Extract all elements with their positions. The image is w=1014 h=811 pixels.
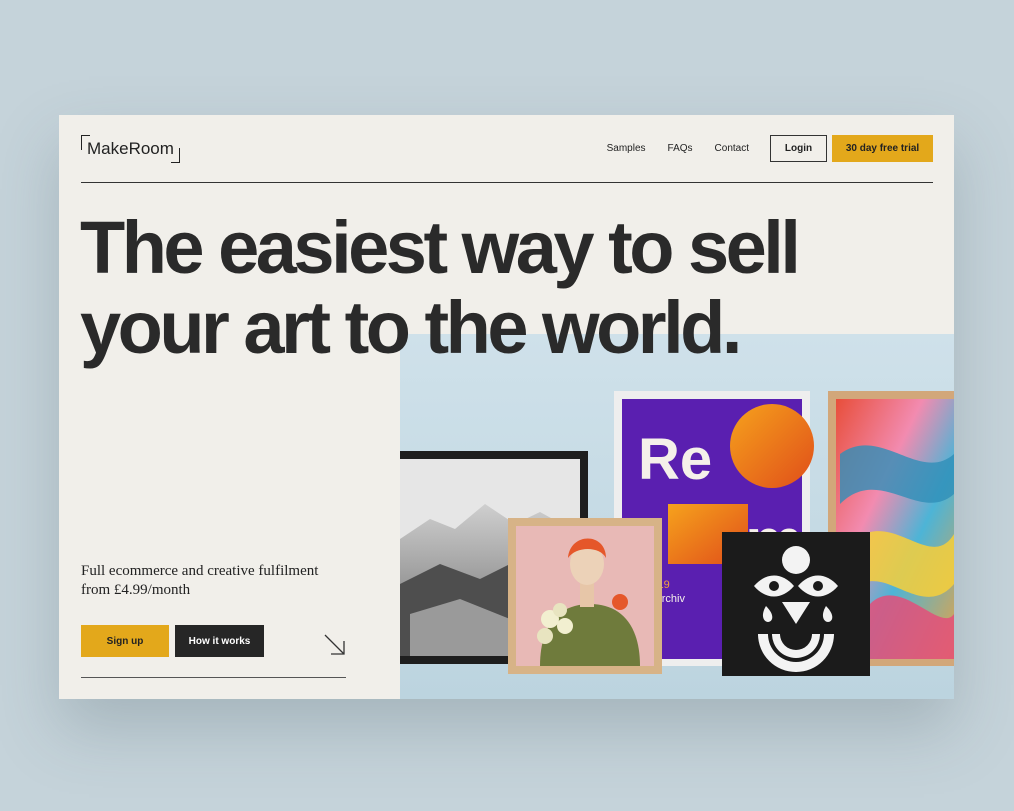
hero-heading-line-2: your art to the world.	[80, 286, 742, 369]
top-nav: Samples FAQs Contact Login 30 day free t…	[607, 135, 933, 162]
framed-art-scene: Re m 19—2019 uhaus Archiv rlin	[400, 334, 954, 699]
sign-up-button[interactable]: Sign up	[81, 625, 169, 657]
logo-text: MakeRoom	[87, 139, 174, 158]
how-it-works-button[interactable]: How it works	[175, 625, 264, 657]
hero-subtitle-line-2: from £4.99/month	[81, 582, 191, 598]
hero-heading: The easiest way to sell your art to the …	[80, 206, 801, 369]
hero-heading-line-1: The easiest way to sell	[80, 206, 801, 289]
nav-link-samples[interactable]: Samples	[607, 143, 646, 154]
nav-link-faqs[interactable]: FAQs	[668, 143, 693, 154]
arrow-down-right-icon[interactable]	[322, 632, 348, 658]
logo-bracket-left	[81, 135, 90, 150]
logo-bracket-right	[170, 148, 180, 163]
portrait-illustration-frame	[508, 518, 662, 674]
login-button[interactable]: Login	[770, 135, 827, 162]
poster-re-text: Re	[638, 427, 712, 492]
hero-bottom-divider	[81, 677, 346, 678]
hero-subtitle-line-1: Full ecommerce and creative fulfilment	[81, 563, 319, 579]
hero-cta-row: Sign up How it works	[81, 625, 264, 657]
header-divider	[81, 182, 933, 183]
nav-link-contact[interactable]: Contact	[715, 143, 749, 154]
landing-page: MakeRoom Samples FAQs Contact Login 30 d…	[59, 115, 954, 699]
free-trial-button[interactable]: 30 day free trial	[832, 135, 933, 162]
hero-subtitle: Full ecommerce and creative fulfilment f…	[81, 562, 381, 600]
geometric-face-frame	[722, 532, 870, 676]
makeroom-logo[interactable]: MakeRoom	[81, 135, 180, 163]
